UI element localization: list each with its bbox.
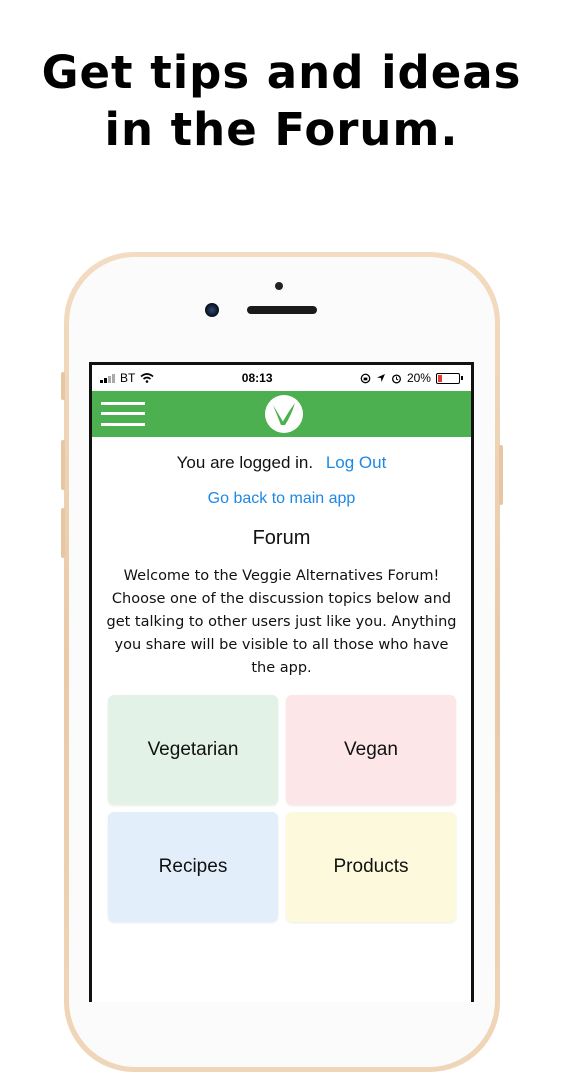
status-time: 08:13 xyxy=(241,371,273,385)
topic-label: Vegetarian xyxy=(147,739,239,760)
topic-label: Products xyxy=(333,856,409,877)
topic-tile-vegan[interactable]: Vegan xyxy=(286,695,456,805)
volume-down-button xyxy=(61,508,65,558)
phone-screen: BT 08:13 20% You are logged in. Log Out … xyxy=(89,362,474,1002)
veggie-logo-icon xyxy=(265,395,303,433)
menu-icon[interactable] xyxy=(101,400,145,428)
back-to-main-app-link[interactable]: Go back to main app xyxy=(92,490,471,508)
app-navbar xyxy=(92,391,471,437)
promo-headline: Get tips and ideas in the Forum. xyxy=(0,44,563,158)
alarm-icon xyxy=(391,373,401,383)
mute-switch xyxy=(61,372,65,400)
topic-tile-recipes[interactable]: Recipes xyxy=(108,812,278,922)
logout-link[interactable]: Log Out xyxy=(326,453,387,472)
topic-tile-products[interactable]: Products xyxy=(286,812,456,922)
topic-label: Recipes xyxy=(158,856,228,877)
login-status: You are logged in. Log Out xyxy=(92,453,471,473)
headline-line-1: Get tips and ideas xyxy=(41,46,522,99)
topic-label: Vegan xyxy=(344,739,398,760)
topic-tile-vegetarian[interactable]: Vegetarian xyxy=(108,695,278,805)
headline-line-2: in the Forum. xyxy=(104,103,459,156)
volume-up-button xyxy=(61,440,65,490)
signal-icon xyxy=(100,373,115,383)
page-title: Forum xyxy=(252,527,311,549)
proximity-sensor xyxy=(275,282,283,290)
location-icon xyxy=(376,374,385,382)
login-text: You are logged in. xyxy=(176,453,314,472)
front-camera xyxy=(205,303,219,317)
battery-percent: 20% xyxy=(406,371,431,385)
earpiece-speaker xyxy=(247,306,317,314)
forum-intro-text: Welcome to the Veggie Alternatives Forum… xyxy=(106,568,457,676)
wifi-icon xyxy=(140,373,154,383)
power-button xyxy=(499,445,503,505)
battery-icon xyxy=(435,372,463,384)
status-bar: BT 08:13 20% xyxy=(92,365,471,391)
carrier-label: BT xyxy=(120,371,136,385)
rotation-lock-icon xyxy=(360,373,371,383)
